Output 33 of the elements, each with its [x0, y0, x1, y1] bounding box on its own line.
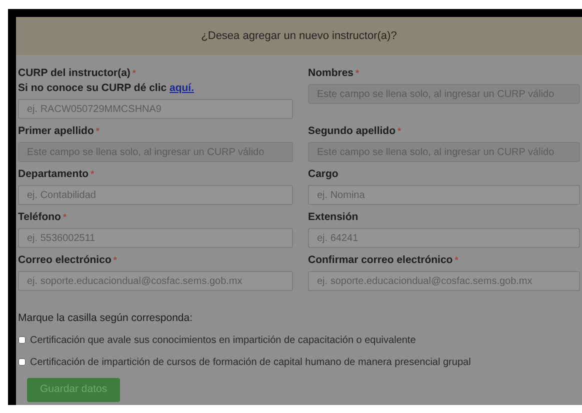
input-field[interactable]: ej. soporte.educaciondual@cosfac.sems.gob.mx	[18, 271, 293, 291]
field-label: Teléfono	[18, 210, 61, 225]
required-mark: *	[113, 254, 117, 267]
input-field[interactable]: ej. 5536002511	[18, 228, 293, 248]
input-field[interactable]: ej. soporte.educaciondual@cosfac.sems.gob.mx	[308, 271, 580, 291]
input-field[interactable]: ej. RACW050729MMCSHNA9	[18, 99, 293, 119]
field-label: Nombres	[308, 66, 354, 81]
field-label: Primer apellido	[18, 124, 94, 139]
checkbox[interactable]	[18, 358, 26, 366]
required-mark: *	[90, 168, 94, 181]
dialog-title: ¿Desea agregar un nuevo instructor(a)?	[201, 28, 397, 44]
required-mark: *	[454, 254, 458, 267]
required-mark: *	[356, 66, 360, 80]
checkbox-prompt: Marque la casilla según corresponda:	[18, 311, 194, 326]
field-label: Cargo	[308, 166, 338, 182]
field-label: CURP del instructor(a)	[18, 66, 130, 81]
field-label: Confirmar correo electrónico	[308, 252, 453, 268]
field-label: Extensión	[308, 210, 358, 225]
required-mark: *	[398, 124, 402, 138]
input-field[interactable]: ej. Nomina	[308, 185, 580, 205]
field-label: Departamento	[18, 166, 89, 182]
input-field[interactable]: ej. Contabilidad	[18, 185, 293, 205]
input-field[interactable]: ej. 64241	[308, 228, 580, 248]
field-label: Correo electrónico	[18, 252, 112, 268]
curp-link[interactable]: aquí.	[170, 82, 194, 94]
checkbox-label: Certificación de impartición de cursos de formación de capital humano de manera presencial grupal	[30, 356, 471, 370]
required-mark: *	[96, 124, 100, 138]
field-label: Segundo apellido	[308, 124, 396, 139]
hint-text: Si no conoce su CURP dé clic aquí.	[18, 81, 194, 96]
required-mark: *	[132, 66, 136, 80]
required-mark: *	[62, 210, 66, 224]
checkbox-label: Certificación que avale sus conocimientos en impartición de capacitación o equivalente	[30, 334, 416, 348]
checkbox[interactable]	[18, 336, 26, 344]
